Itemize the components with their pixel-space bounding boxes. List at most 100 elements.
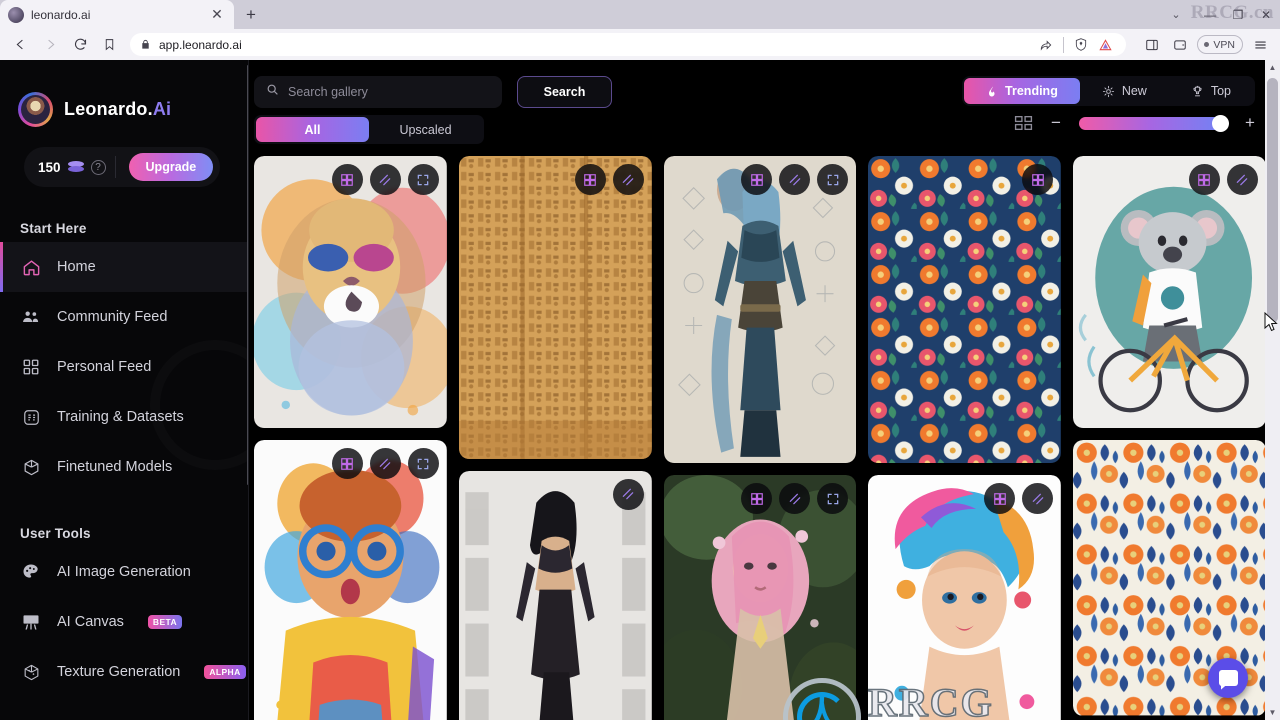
gallery-card[interactable] — [458, 470, 652, 720]
chat-support-button[interactable] — [1208, 658, 1248, 698]
share-icon[interactable] — [1035, 34, 1057, 56]
card-action-group — [1022, 164, 1054, 195]
size-increase-button[interactable]: + — [1242, 113, 1258, 132]
grid-density-icon[interactable] — [1014, 115, 1033, 131]
search-box[interactable] — [254, 76, 502, 108]
sidebar-section-user-tools: User Tools — [20, 526, 91, 541]
address-bar-actions — [1035, 34, 1116, 56]
upscale-icon[interactable] — [984, 483, 1016, 515]
variations-icon[interactable] — [612, 164, 644, 195]
gallery-card[interactable] — [254, 156, 447, 429]
lock-icon — [140, 39, 151, 50]
scrollbar-down-arrow[interactable]: ▼ — [1265, 705, 1280, 720]
sidebar-item-home[interactable]: Home — [0, 242, 249, 292]
bookmarks-icon[interactable] — [96, 32, 122, 58]
wallet-icon[interactable] — [1166, 32, 1193, 58]
gallery-card[interactable] — [1073, 156, 1266, 429]
address-bar[interactable]: app.leonardo.ai — [130, 33, 1127, 56]
expand-icon[interactable] — [407, 448, 439, 480]
leonardo-favicon-icon — [8, 6, 24, 23]
image-gallery-grid — [254, 156, 1266, 720]
size-slider-knob[interactable] — [1212, 114, 1229, 132]
tab-search-chevron-icon[interactable]: ⌄ — [1156, 0, 1196, 29]
variations-icon[interactable] — [369, 448, 401, 480]
upscale-icon[interactable] — [741, 164, 773, 195]
sidebar-item-ai-canvas[interactable]: AI Canvas BETA — [0, 597, 249, 647]
gallery-card[interactable] — [458, 156, 652, 459]
sidebar-item-finetuned-models[interactable]: Finetuned Models — [0, 442, 249, 492]
help-icon[interactable]: ? — [90, 159, 106, 175]
browser-toolbar: app.leonardo.ai VPN — [0, 29, 1280, 60]
sidebar-item-community-feed[interactable]: Community Feed — [0, 292, 249, 342]
new-tab-button[interactable]: + — [236, 2, 266, 28]
size-slider[interactable] — [1079, 114, 1229, 132]
sidebar-item-training-datasets[interactable]: Training & Datasets — [0, 392, 249, 442]
page-scrollbar[interactable]: ▲ ▼ — [1265, 60, 1280, 720]
variations-icon[interactable] — [612, 478, 644, 510]
scrollbar-up-arrow[interactable]: ▲ — [1265, 60, 1280, 75]
scrollbar-thumb[interactable] — [1267, 78, 1278, 323]
expand-icon[interactable] — [817, 483, 849, 515]
browser-tab[interactable]: leonardo.ai ✕ — [0, 0, 234, 29]
card-action-group — [984, 483, 1054, 515]
sort-tab-new[interactable]: New — [1080, 78, 1169, 104]
easel-icon — [20, 611, 42, 633]
window-close-button[interactable]: ✕ — [1252, 0, 1280, 29]
brand-logo-block[interactable]: Leonardo.Ai — [0, 78, 249, 127]
gallery-toolbar: Search All Upscaled Trending — [249, 60, 1280, 152]
brave-shield-icon[interactable] — [1070, 34, 1092, 56]
variations-icon[interactable] — [1226, 164, 1258, 195]
variations-icon[interactable] — [779, 164, 811, 195]
sort-tab-label: Trending — [1005, 84, 1058, 98]
reload-button[interactable] — [66, 32, 94, 58]
upscale-icon[interactable] — [331, 164, 363, 195]
gallery-image-koala-bike — [1073, 156, 1266, 429]
gallery-card[interactable] — [868, 156, 1062, 464]
upscale-icon[interactable] — [1188, 164, 1220, 195]
upscale-icon[interactable] — [741, 483, 773, 515]
gallery-card[interactable] — [663, 475, 857, 720]
back-button[interactable] — [6, 32, 34, 58]
upscale-icon[interactable] — [1022, 164, 1054, 195]
upgrade-button[interactable]: Upgrade — [128, 153, 214, 181]
window-maximize-button[interactable]: ❐ — [1224, 0, 1252, 29]
search-area: Search — [254, 76, 612, 108]
expand-icon[interactable] — [817, 164, 849, 195]
filter-tab-all[interactable]: All — [256, 117, 369, 142]
sidebar-item-personal-feed[interactable]: Personal Feed — [0, 342, 249, 392]
grid-icon — [20, 356, 42, 378]
gallery-main: Search All Upscaled Trending — [249, 60, 1280, 720]
forward-button[interactable] — [36, 32, 64, 58]
url-text: app.leonardo.ai — [159, 37, 242, 52]
expand-icon[interactable] — [407, 164, 439, 195]
variations-icon[interactable] — [1022, 483, 1054, 515]
page-content: Leonardo.Ai 150 ? Upgrade Start Here Hom… — [0, 60, 1280, 720]
gallery-card[interactable] — [868, 475, 1062, 720]
sidebar-item-ai-image-generation[interactable]: AI Image Generation — [0, 547, 249, 597]
search-icon — [266, 83, 279, 101]
sidebar-item-label: AI Canvas — [57, 614, 124, 630]
variations-icon[interactable] — [779, 483, 811, 515]
search-input[interactable] — [288, 85, 490, 99]
search-button[interactable]: Search — [517, 76, 612, 108]
cube-icon — [20, 456, 42, 478]
sort-tabs: Trending New Top — [962, 76, 1255, 106]
gallery-card[interactable] — [663, 156, 857, 464]
window-minimize-button[interactable]: — — [1196, 0, 1224, 29]
brave-leo-icon[interactable] — [1094, 34, 1116, 56]
sidebar-item-texture-generation[interactable]: Texture Generation ALPHA — [0, 647, 249, 697]
filter-tab-upscaled[interactable]: Upscaled — [369, 117, 482, 142]
upscale-icon[interactable] — [331, 448, 363, 480]
sort-tab-trending[interactable]: Trending — [964, 78, 1080, 104]
variations-icon[interactable] — [369, 164, 401, 195]
sidebar-panel-icon[interactable] — [1138, 32, 1165, 58]
upscale-icon[interactable] — [574, 164, 606, 195]
size-decrease-button[interactable]: − — [1048, 113, 1064, 132]
gallery-image-girl-glasses — [254, 440, 447, 720]
vpn-status-badge[interactable]: VPN — [1197, 35, 1243, 54]
gallery-card[interactable] — [254, 440, 447, 720]
browser-menu-icon[interactable] — [1247, 32, 1274, 58]
tab-close-icon[interactable]: ✕ — [208, 6, 226, 24]
gallery-image-floral-blue — [868, 156, 1062, 464]
sort-tab-top[interactable]: Top — [1169, 78, 1253, 104]
